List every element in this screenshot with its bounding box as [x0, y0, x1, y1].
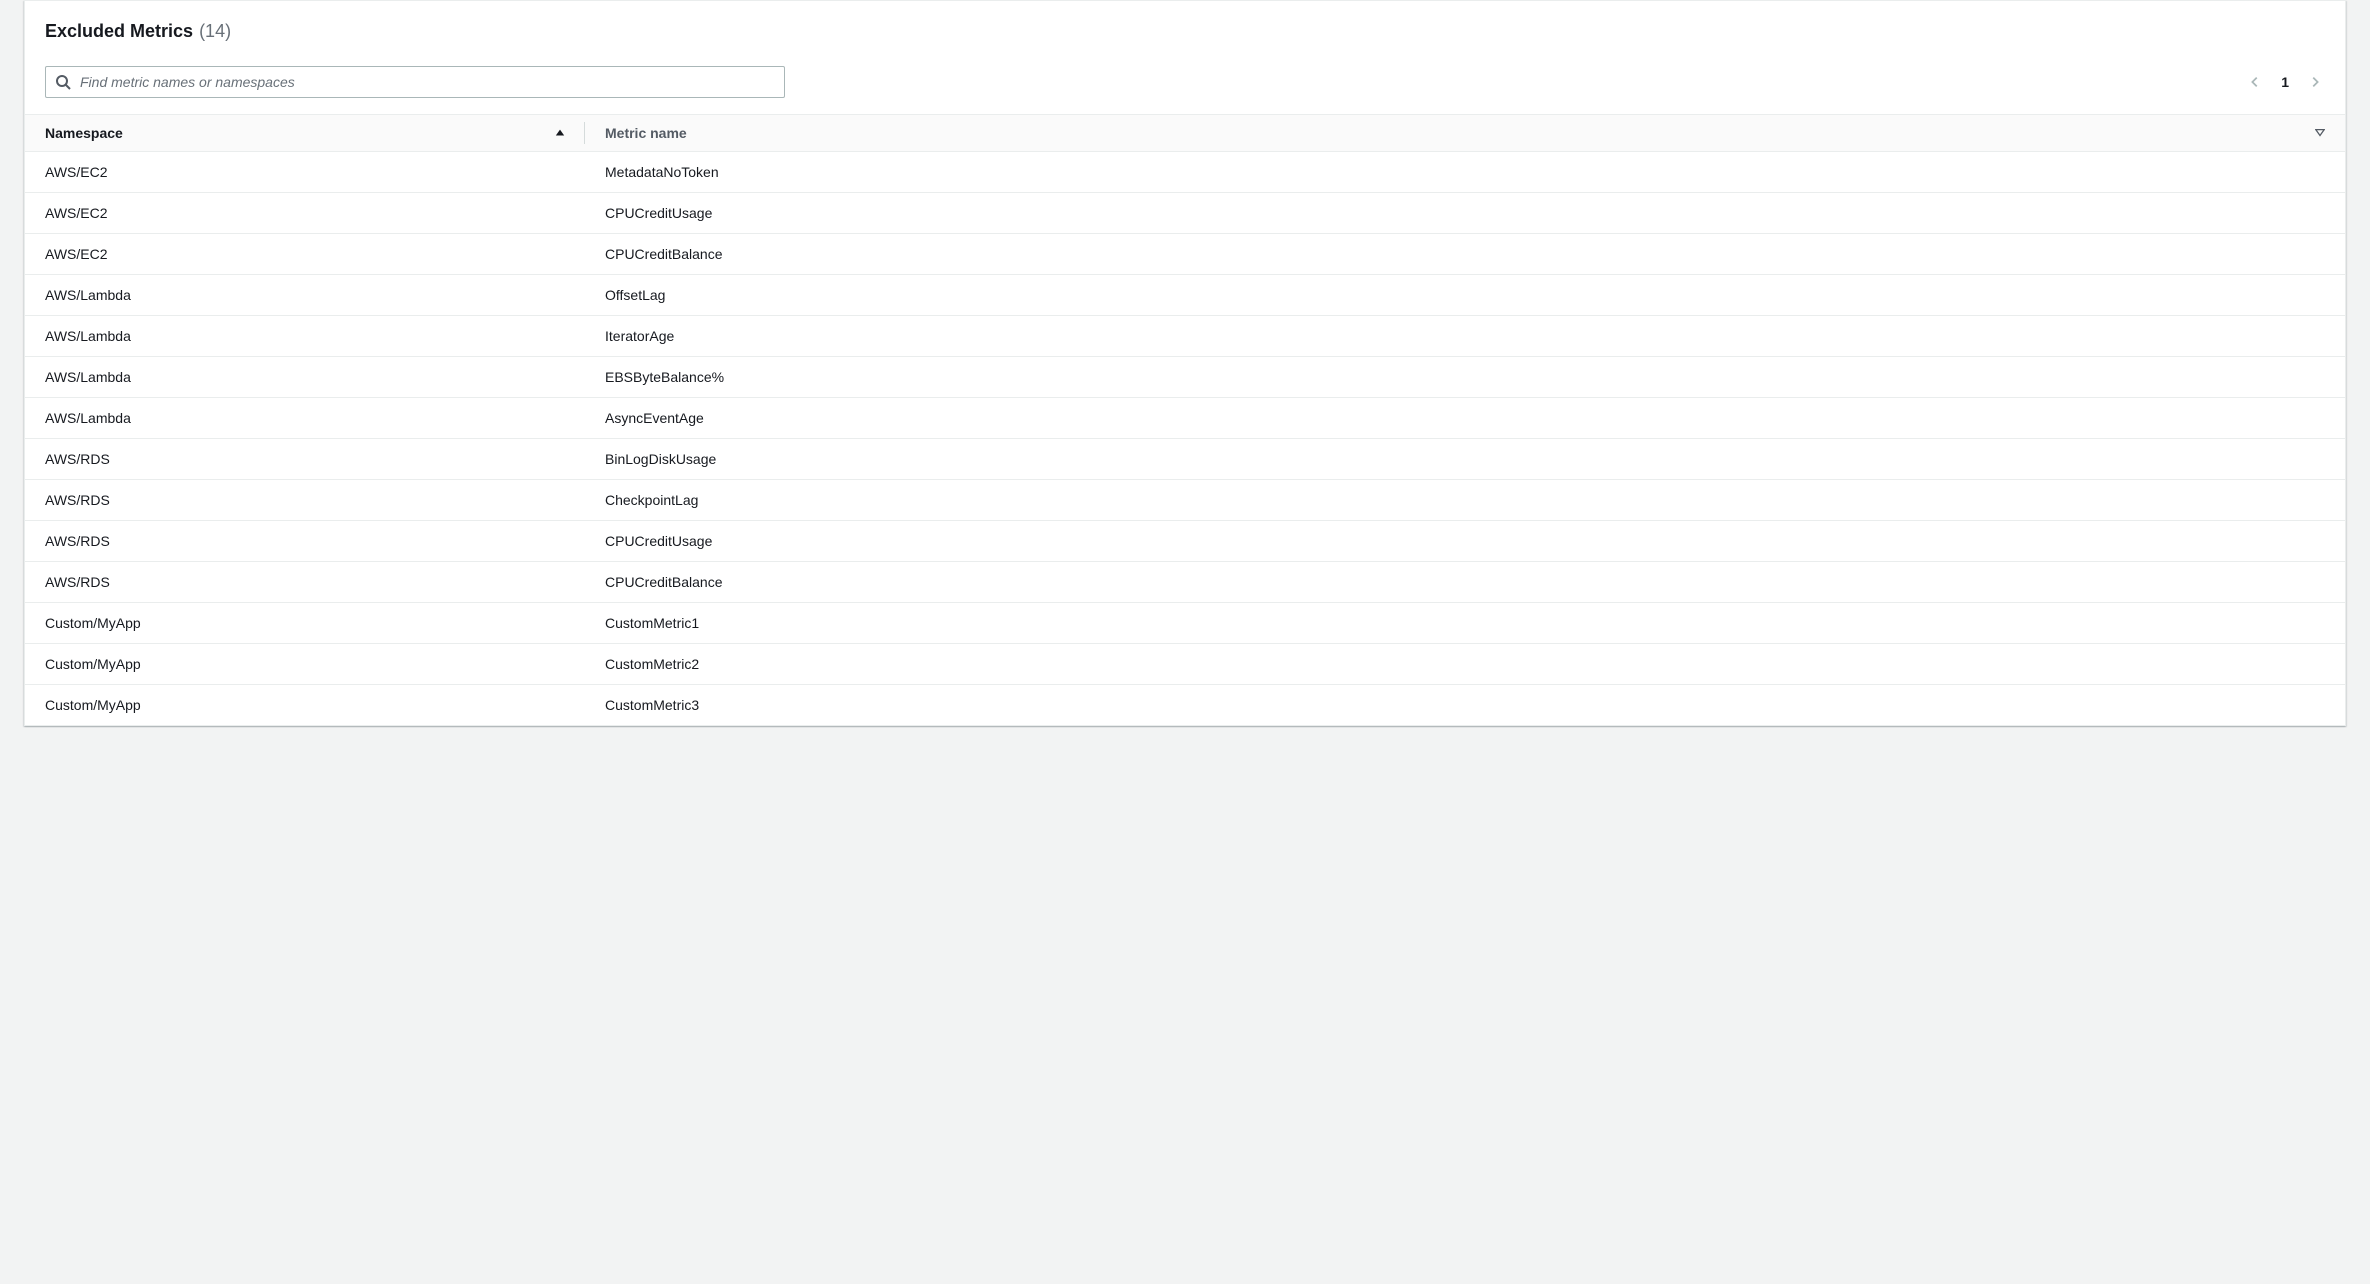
- panel-title: Excluded Metrics: [45, 21, 193, 42]
- cell-metric-name: CPUCreditBalance: [585, 562, 2345, 603]
- cell-metric-name: MetadataNoToken: [585, 152, 2345, 193]
- pagination-current-page: 1: [2277, 74, 2293, 90]
- cell-namespace: AWS/EC2: [25, 152, 585, 193]
- table-row: AWS/EC2CPUCreditBalance: [25, 234, 2345, 275]
- table-row: AWS/EC2MetadataNoToken: [25, 152, 2345, 193]
- cell-metric-name: CheckpointLag: [585, 480, 2345, 521]
- cell-metric-name: CustomMetric3: [585, 685, 2345, 726]
- table-row: AWS/EC2CPUCreditUsage: [25, 193, 2345, 234]
- search-input[interactable]: [45, 66, 785, 98]
- table-row: AWS/LambdaIteratorAge: [25, 316, 2345, 357]
- table-row: Custom/MyAppCustomMetric3: [25, 685, 2345, 726]
- cell-namespace: Custom/MyApp: [25, 603, 585, 644]
- cell-namespace: AWS/RDS: [25, 439, 585, 480]
- table-row: AWS/RDSCPUCreditBalance: [25, 562, 2345, 603]
- column-header-namespace[interactable]: Namespace: [25, 115, 585, 152]
- metrics-table: Namespace Metric name: [25, 114, 2345, 725]
- cell-metric-name: OffsetLag: [585, 275, 2345, 316]
- sort-inactive-icon: [2315, 128, 2325, 138]
- table-row: AWS/RDSBinLogDiskUsage: [25, 439, 2345, 480]
- cell-metric-name: CPUCreditUsage: [585, 193, 2345, 234]
- title-row: Excluded Metrics (14): [45, 21, 2325, 42]
- cell-namespace: Custom/MyApp: [25, 644, 585, 685]
- pagination: 1: [2245, 72, 2325, 92]
- excluded-metrics-panel: Excluded Metrics (14) 1: [24, 0, 2346, 726]
- table-row: Custom/MyAppCustomMetric1: [25, 603, 2345, 644]
- cell-metric-name: CustomMetric1: [585, 603, 2345, 644]
- cell-metric-name: IteratorAge: [585, 316, 2345, 357]
- table-row: AWS/LambdaAsyncEventAge: [25, 398, 2345, 439]
- cell-namespace: AWS/EC2: [25, 193, 585, 234]
- search-wrap: [45, 66, 785, 98]
- pagination-prev-button[interactable]: [2245, 72, 2265, 92]
- table-row: AWS/LambdaEBSByteBalance%: [25, 357, 2345, 398]
- pagination-next-button[interactable]: [2305, 72, 2325, 92]
- cell-namespace: AWS/Lambda: [25, 357, 585, 398]
- cell-metric-name: EBSByteBalance%: [585, 357, 2345, 398]
- cell-namespace: AWS/RDS: [25, 480, 585, 521]
- table-body: AWS/EC2MetadataNoTokenAWS/EC2CPUCreditUs…: [25, 152, 2345, 726]
- cell-metric-name: CustomMetric2: [585, 644, 2345, 685]
- cell-metric-name: CPUCreditUsage: [585, 521, 2345, 562]
- panel-header: Excluded Metrics (14) 1: [25, 1, 2345, 114]
- cell-namespace: AWS/Lambda: [25, 398, 585, 439]
- table-row: AWS/RDSCheckpointLag: [25, 480, 2345, 521]
- cell-namespace: AWS/Lambda: [25, 316, 585, 357]
- cell-namespace: AWS/RDS: [25, 521, 585, 562]
- column-label-namespace: Namespace: [45, 125, 123, 141]
- cell-namespace: Custom/MyApp: [25, 685, 585, 726]
- controls-row: 1: [45, 66, 2325, 98]
- column-label-metric-name: Metric name: [605, 125, 687, 141]
- table-row: AWS/RDSCPUCreditUsage: [25, 521, 2345, 562]
- cell-namespace: AWS/EC2: [25, 234, 585, 275]
- cell-metric-name: CPUCreditBalance: [585, 234, 2345, 275]
- cell-metric-name: AsyncEventAge: [585, 398, 2345, 439]
- cell-namespace: AWS/RDS: [25, 562, 585, 603]
- column-header-metric-name[interactable]: Metric name: [585, 115, 2345, 152]
- table-row: AWS/LambdaOffsetLag: [25, 275, 2345, 316]
- sort-ascending-icon: [555, 128, 565, 138]
- cell-namespace: AWS/Lambda: [25, 275, 585, 316]
- cell-metric-name: BinLogDiskUsage: [585, 439, 2345, 480]
- panel-count: (14): [199, 21, 231, 42]
- table-row: Custom/MyAppCustomMetric2: [25, 644, 2345, 685]
